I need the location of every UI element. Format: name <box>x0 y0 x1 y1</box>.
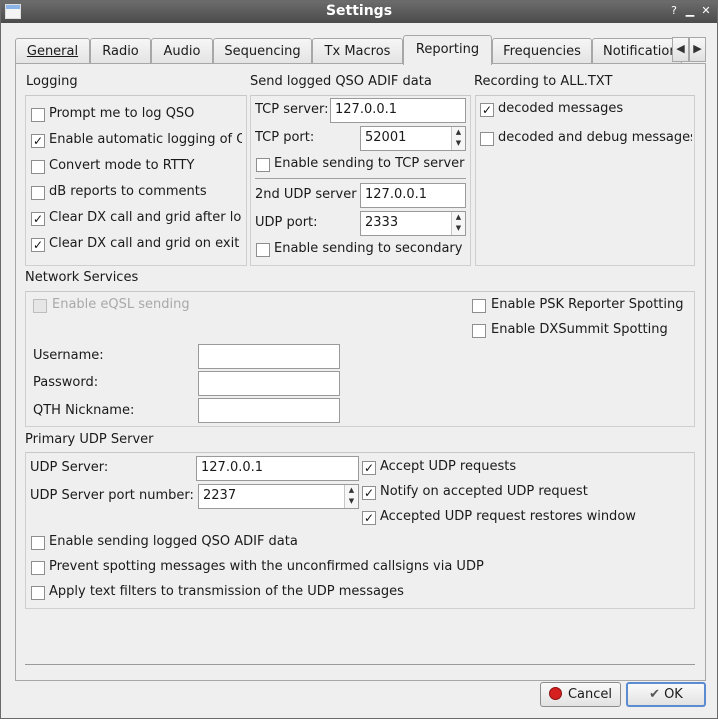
username-input[interactable] <box>198 344 340 369</box>
tcp-port-spin-arrows[interactable]: ▲ ▼ <box>451 127 465 150</box>
alltxt-title: Recording to ALL.TXT <box>474 74 613 89</box>
db-reports-label: dB reports to comments <box>49 184 207 199</box>
tab-scroll-left-button[interactable]: ◀ <box>672 37 689 62</box>
dxsummit-checkbox[interactable] <box>472 324 486 338</box>
accept-udp-label: Accept UDP requests <box>380 459 517 474</box>
prevent-spotting-label: Prevent spotting messages with the uncon… <box>49 559 484 574</box>
udp2-port-spinbox[interactable]: 2333 ▲ ▼ <box>360 211 466 236</box>
ok-button[interactable]: ✔ OK <box>626 682 706 707</box>
chevron-left-icon: ◀ <box>676 42 685 55</box>
db-reports-checkbox[interactable] <box>31 186 45 200</box>
udp-send-adif-checkbox[interactable] <box>31 536 45 550</box>
debug-messages-label: decoded and debug messages <box>498 130 692 145</box>
prompt-log-label: Prompt me to log QSO <box>49 106 195 121</box>
udp-server-input[interactable]: 127.0.0.1 <box>196 456 359 481</box>
tcp-server-label: TCP server: <box>255 102 329 117</box>
settings-window: Settings ? ▁ ✕ General Radio Audio Seque… <box>0 0 718 719</box>
window-title: Settings <box>325 3 393 19</box>
alltxt-group <box>475 95 695 266</box>
udp2-port-label: UDP port: <box>255 215 318 230</box>
password-input[interactable] <box>198 371 340 396</box>
udp-port-label: UDP Server port number: <box>30 488 194 503</box>
notify-udp-checkbox[interactable]: ✓ <box>362 486 376 500</box>
udp-send-adif-label: Enable sending logged QSO ADIF data <box>49 534 298 549</box>
eqsl-label: Enable eQSL sending <box>52 297 190 312</box>
auto-log-label: Enable automatic logging of QSO <box>49 132 242 147</box>
restore-window-label: Accepted UDP request restores window <box>380 509 636 524</box>
psk-reporter-label: Enable PSK Reporter Spotting <box>491 297 684 312</box>
adif-title: Send logged QSO ADIF data <box>250 74 432 89</box>
cancel-button[interactable]: Cancel <box>540 682 621 707</box>
qth-nickname-input[interactable] <box>198 398 340 423</box>
clear-on-exit-checkbox[interactable]: ✓ <box>31 238 45 252</box>
bottom-separator <box>25 664 695 665</box>
help-icon[interactable]: ? <box>667 4 681 18</box>
restore-window-checkbox[interactable]: ✓ <box>362 511 376 525</box>
udp2-enable-checkbox[interactable] <box>256 243 270 257</box>
close-icon[interactable]: ✕ <box>699 4 713 18</box>
prevent-spotting-checkbox[interactable] <box>31 561 45 575</box>
tab-frequencies[interactable]: Frequencies <box>492 38 592 64</box>
debug-messages-checkbox[interactable] <box>480 132 494 146</box>
eqsl-checkbox[interactable] <box>33 299 47 313</box>
tab-radio[interactable]: Radio <box>90 38 151 64</box>
tcp-port-label: TCP port: <box>255 130 315 145</box>
auto-log-checkbox[interactable]: ✓ <box>31 134 45 148</box>
ok-check-icon: ✔ <box>649 687 661 702</box>
minimize-icon[interactable]: ▁ <box>683 4 697 18</box>
prompt-log-checkbox[interactable] <box>31 108 45 122</box>
udp-title: Primary UDP Server <box>25 432 154 447</box>
decoded-messages-checkbox[interactable]: ✓ <box>480 103 494 117</box>
tcp-enable-checkbox[interactable] <box>256 158 270 172</box>
username-label: Username: <box>33 348 104 363</box>
notify-udp-label: Notify on accepted UDP request <box>380 484 588 499</box>
tab-tx-macros[interactable]: Tx Macros <box>312 38 403 64</box>
accept-udp-checkbox[interactable]: ✓ <box>362 461 376 475</box>
logging-title: Logging <box>26 74 78 89</box>
udp2-server-input[interactable]: 127.0.0.1 <box>360 183 466 208</box>
udp2-port-spin-arrows[interactable]: ▲ ▼ <box>451 212 465 235</box>
tab-general[interactable]: General <box>15 38 90 64</box>
chevron-right-icon: ▶ <box>693 42 702 55</box>
text-filters-label: Apply text filters to transmission of th… <box>49 584 404 599</box>
udp-port-spinbox[interactable]: 2237 ▲ ▼ <box>198 484 359 509</box>
cancel-icon <box>548 687 562 700</box>
clear-on-exit-label: Clear DX call and grid on exit <box>49 236 240 251</box>
tab-audio[interactable]: Audio <box>151 38 213 64</box>
tab-reporting[interactable]: Reporting <box>403 35 492 65</box>
tcp-enable-label: Enable sending to TCP server <box>274 156 465 171</box>
tcp-port-spinbox[interactable]: 52001 ▲ ▼ <box>360 126 466 151</box>
tab-scroll-right-button[interactable]: ▶ <box>689 37 706 62</box>
password-label: Password: <box>33 375 99 390</box>
udp-port-spin-arrows[interactable]: ▲ ▼ <box>344 485 358 508</box>
tab-notifications[interactable]: Notification <box>592 38 682 64</box>
tab-sequencing[interactable]: Sequencing <box>213 38 312 64</box>
network-title: Network Services <box>25 270 139 285</box>
clear-after-log-checkbox[interactable]: ✓ <box>31 212 45 226</box>
psk-reporter-checkbox[interactable] <box>472 299 486 313</box>
dxsummit-label: Enable DXSummit Spotting <box>491 322 668 337</box>
title-bar[interactable]: Settings ? ▁ ✕ <box>1 1 717 23</box>
clear-after-log-label: Clear DX call and grid after logging <box>49 210 242 225</box>
qth-nickname-label: QTH Nickname: <box>33 403 135 418</box>
tcp-server-input[interactable]: 127.0.0.1 <box>330 98 466 123</box>
convert-rtty-checkbox[interactable] <box>31 160 45 174</box>
udp2-enable-label: Enable sending to secondary <box>274 241 463 256</box>
adif-separator <box>255 178 466 179</box>
convert-rtty-label: Convert mode to RTTY <box>49 158 195 173</box>
udp2-server-label: 2nd UDP server <box>255 187 357 202</box>
decoded-messages-label: decoded messages <box>498 101 624 116</box>
text-filters-checkbox[interactable] <box>31 586 45 600</box>
udp-server-label: UDP Server: <box>30 460 109 475</box>
